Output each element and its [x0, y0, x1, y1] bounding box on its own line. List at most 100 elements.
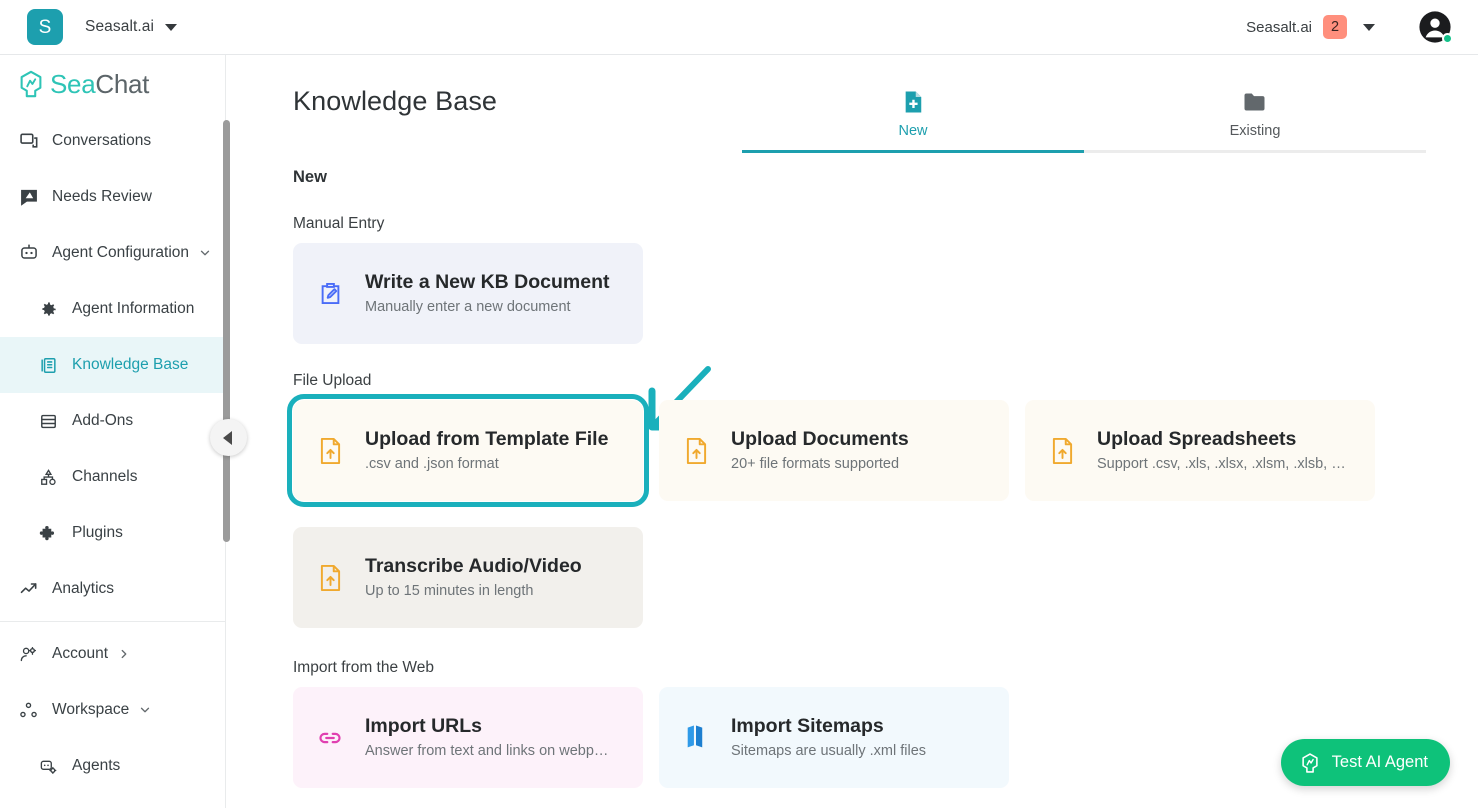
sidebar-item-label: Agent Configuration [52, 244, 190, 262]
chevron-left-icon [223, 430, 232, 445]
section-heading: New [293, 168, 327, 186]
top-bar-right: Seasalt.ai 2 [1246, 10, 1478, 44]
card-subtitle: Up to 15 minutes in length [365, 583, 534, 600]
layers-icon [38, 411, 59, 432]
page-header: Knowledge Base New Existing [227, 55, 1478, 153]
card-upload-from-template-file[interactable]: Upload from Template File .csv and .json… [287, 366, 711, 507]
group-label-file-upload: File Upload [293, 372, 372, 389]
sidebar-item-knowledge-base[interactable]: Knowledge Base [0, 337, 225, 393]
page-title: Knowledge Base [293, 86, 498, 116]
card-subtitle: Sitemaps are usually .xml files [731, 743, 927, 760]
tab-bar: New Existing [742, 55, 1426, 153]
file-plus-icon [902, 90, 924, 114]
sidebar-item-channels[interactable]: Channels [0, 449, 225, 505]
card-text: Import Sitemaps Sitemaps are usually .xm… [731, 715, 926, 761]
card-import-sitemaps[interactable]: Import Sitemaps Sitemaps are usually .xm… [659, 687, 1009, 788]
sidebar-scrollbar-thumb[interactable] [223, 120, 230, 542]
card-title: Import Sitemaps [731, 714, 884, 737]
sidebar-item-workspace[interactable]: Workspace [0, 682, 225, 738]
test-ai-agent-button[interactable]: Test AI Agent [1280, 739, 1450, 786]
card-text: Upload Spreadsheets Support .csv, .xls, … [1097, 428, 1346, 474]
card-title: Transcribe Audio/Video [365, 554, 582, 577]
card-title: Import URLs [365, 714, 482, 737]
sidebar-item-label: Channels [72, 468, 138, 486]
sidebar-item-conversations[interactable]: Conversations [0, 113, 225, 169]
group-label-manual-entry: Manual Entry [293, 215, 385, 232]
notification-badge[interactable]: 2 [1323, 15, 1347, 39]
group-label-import-from-web: Import from the Web [293, 659, 434, 676]
card-upload-documents[interactable]: Upload Documents 20+ file formats suppor… [659, 400, 1009, 501]
sidebar-item-label: Conversations [52, 132, 152, 150]
chevron-right-icon[interactable] [117, 647, 131, 661]
chevron-down-icon[interactable] [165, 23, 178, 31]
folder-icon [1243, 90, 1267, 114]
card-text: Write a New KB Document Manually enter a… [365, 271, 610, 317]
tab-label: New [898, 123, 928, 139]
file-upload-icon [681, 436, 711, 466]
sidebar-item-agent-information[interactable]: Agent Information [0, 281, 225, 337]
sidebar-item-plugins[interactable]: Plugins [0, 505, 225, 561]
seachat-logo-icon [20, 70, 42, 98]
card-write-new-kb-document[interactable]: Write a New KB Document Manually enter a… [293, 243, 643, 344]
seachat-logo[interactable]: SeaChat [0, 55, 225, 113]
link-icon [315, 723, 345, 753]
sidebar-item-account[interactable]: Account [0, 626, 225, 682]
app-logo-tile[interactable]: S [27, 9, 63, 45]
org-switcher-label[interactable]: Seasalt.ai [85, 18, 154, 36]
file-upload-icon [315, 436, 345, 466]
sidebar-item-agent-configuration[interactable]: Agent Configuration [0, 225, 225, 281]
chevron-down-icon[interactable] [198, 246, 212, 260]
card-row-file-upload: Upload from Template File .csv and .json… [287, 366, 1478, 507]
sidebar-item-label: Needs Review [52, 188, 152, 206]
test-ai-agent-label: Test AI Agent [1331, 753, 1428, 771]
flag-message-icon [18, 187, 39, 208]
tab-existing[interactable]: Existing [1084, 80, 1426, 153]
trend-up-icon [18, 579, 39, 600]
sidebar-divider [0, 621, 225, 622]
card-title: Upload Spreadsheets [1097, 427, 1297, 450]
sidebar-item-needs-review[interactable]: Needs Review [0, 169, 225, 225]
app-root: S Seasalt.ai Seasalt.ai 2 SeaChat Conver… [0, 0, 1478, 808]
sidebar-item-add-ons[interactable]: Add-Ons [0, 393, 225, 449]
chat-bubbles-icon [18, 131, 39, 152]
seachat-wordmark: SeaChat [50, 71, 149, 97]
tab-new[interactable]: New [742, 80, 1084, 153]
sidebar-item-label: Plugins [72, 524, 123, 542]
card-transcribe-audio-video[interactable]: Transcribe Audio/Video Up to 15 minutes … [293, 527, 643, 628]
sidebar-item-label: Add-Ons [72, 412, 134, 430]
account-chevron-down-icon[interactable] [1363, 23, 1375, 31]
account-name-label: Seasalt.ai [1246, 18, 1312, 36]
avatar[interactable] [1418, 10, 1453, 44]
top-bar: S Seasalt.ai Seasalt.ai 2 [0, 0, 1478, 55]
sidebar-item-label: Agents [72, 757, 121, 775]
nodes-icon [18, 700, 39, 721]
sidebar-collapse-button[interactable] [210, 419, 247, 456]
card-upload-spreadsheets[interactable]: Upload Spreadsheets Support .csv, .xls, … [1025, 400, 1375, 501]
robot-icon [18, 243, 39, 264]
sidebar-item-label: Agent Information [72, 300, 195, 318]
seachat-logo-icon [1299, 751, 1322, 774]
card-text: Transcribe Audio/Video Up to 15 minutes … [365, 555, 582, 601]
share-nodes-icon [38, 467, 59, 488]
chevron-down-icon[interactable] [138, 703, 152, 717]
card-text: Upload from Template File .csv and .json… [365, 428, 608, 474]
robot-gear-icon [38, 756, 59, 777]
card-subtitle: .csv and .json format [365, 456, 499, 473]
tab-label: Existing [1229, 123, 1281, 139]
map-icon [681, 723, 711, 753]
card-text: Upload Documents 20+ file formats suppor… [731, 428, 909, 474]
puzzle-piece-icon [38, 523, 59, 544]
sidebar-item-analytics[interactable]: Analytics [0, 561, 225, 617]
card-import-urls[interactable]: Import URLs Answer from text and links o… [293, 687, 643, 788]
content-body: New Manual Entry Write a New KB Document… [227, 168, 1478, 788]
card-subtitle: Support .csv, .xls, .xlsx, .xlsm, .xlsb,… [1097, 456, 1346, 473]
logo-text-sea: Sea [50, 69, 96, 99]
book-icon [38, 355, 59, 376]
card-title: Write a New KB Document [365, 270, 610, 293]
card-title: Upload from Template File [365, 427, 609, 450]
gear-icon [38, 299, 59, 320]
file-upload-icon [315, 563, 345, 593]
sidebar: SeaChat Conversations Needs Review Agent… [0, 55, 226, 808]
main-content: Knowledge Base New Existing New Manual E… [227, 55, 1478, 808]
sidebar-item-agents[interactable]: Agents [0, 738, 225, 794]
